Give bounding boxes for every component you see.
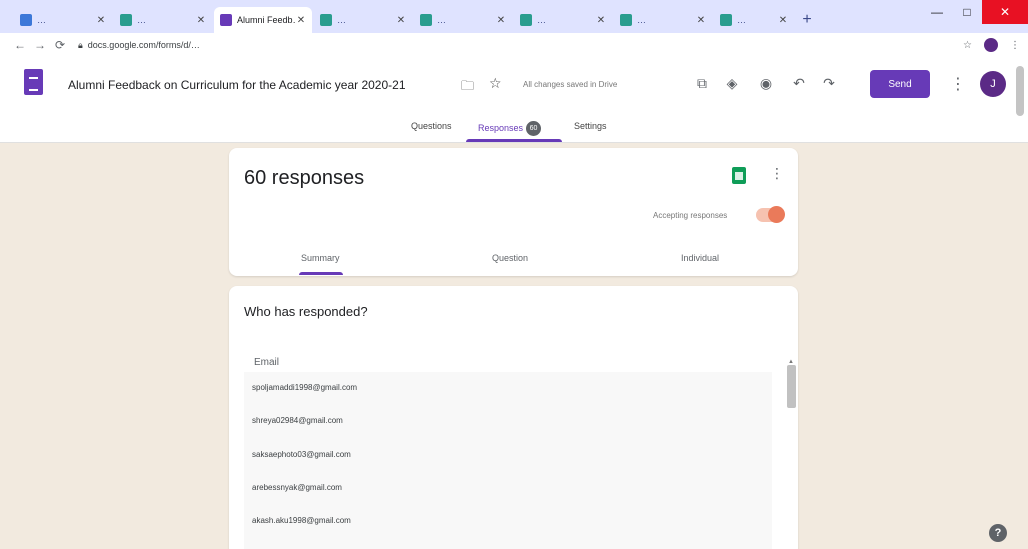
undo-icon[interactable]: ↶ — [790, 75, 808, 92]
list-item: spoljamaddi1998@gmail.com — [252, 383, 358, 392]
close-icon[interactable]: ✕ — [496, 15, 506, 26]
section-title: Who has responded? — [244, 304, 368, 319]
tab-label: … — [37, 15, 46, 25]
minimize-button[interactable]: — — [924, 0, 950, 24]
browser-menu-icon[interactable]: ⋮ — [1010, 40, 1020, 51]
tab-favicon-icon — [620, 14, 632, 26]
window-close-button[interactable]: ✕ — [982, 0, 1028, 24]
tab-individual[interactable]: Individual — [681, 253, 719, 263]
tab-settings[interactable]: Settings — [574, 121, 607, 131]
tab-responses[interactable]: Responses 60 — [478, 121, 542, 136]
list-item: arebessnyak@gmail.com — [252, 483, 342, 492]
tab-question[interactable]: Question — [492, 253, 528, 263]
browser-tab[interactable]: … ✕ — [514, 7, 612, 33]
url-text: docs.google.com/forms/d/… — [87, 39, 200, 50]
browser-tab[interactable]: … ✕ — [114, 7, 212, 33]
toggle-knob — [768, 206, 785, 223]
bookmark-star-icon[interactable]: ☆ — [963, 40, 972, 51]
page-scrollbar[interactable] — [1016, 66, 1024, 116]
browser-tab-active[interactable]: Alumni Feedb… ✕ — [214, 7, 312, 33]
list-item: saksaephoto03@gmail.com — [252, 450, 351, 459]
tab-favicon-icon — [520, 14, 532, 26]
tab-questions[interactable]: Questions — [411, 121, 452, 131]
tab-label: … — [537, 15, 546, 25]
send-button[interactable]: Send — [870, 70, 930, 98]
tab-label: … — [137, 15, 146, 25]
browser-tab[interactable]: … ✕ — [314, 7, 412, 33]
close-icon[interactable]: ✕ — [596, 15, 606, 26]
back-arrow-icon[interactable]: ← — [10, 38, 30, 52]
tab-summary[interactable]: Summary — [301, 253, 340, 263]
palette-icon[interactable]: ◈ — [723, 75, 741, 92]
new-tab-button[interactable]: + — [796, 7, 818, 33]
email-column-header: Email — [254, 357, 280, 368]
close-icon[interactable]: ✕ — [296, 15, 306, 26]
active-subtab-indicator — [299, 272, 343, 275]
forward-arrow-icon[interactable]: → — [30, 38, 50, 52]
preview-eye-icon[interactable]: ◉ — [757, 75, 775, 92]
who-responded-card: Who has responded? Email spoljamaddi1998… — [229, 286, 798, 549]
close-icon[interactable]: ✕ — [396, 15, 406, 26]
list-item: shreya02984@gmail.com — [252, 416, 343, 425]
address-bar: ← → ⟳ 🔒︎ docs.google.com/forms/d/… ☆ ⋮ — [0, 33, 1028, 57]
tab-favicon-icon — [120, 14, 132, 26]
redo-icon[interactable]: ↷ — [820, 75, 838, 92]
help-icon[interactable]: ? — [989, 524, 1007, 542]
close-icon[interactable]: ✕ — [696, 15, 706, 26]
tab-favicon-icon — [420, 14, 432, 26]
tab-label: … — [637, 15, 646, 25]
more-vert-icon[interactable]: ⋮ — [770, 165, 784, 182]
responses-count-badge: 60 — [526, 121, 542, 136]
browser-tab[interactable]: … ✕ — [714, 7, 794, 33]
lock-icon: 🔒︎ — [78, 39, 83, 50]
forms-favicon-icon — [220, 14, 232, 26]
browser-tab[interactable]: … ✕ — [414, 7, 512, 33]
tab-favicon-icon — [20, 14, 32, 26]
save-status: All changes saved in Drive — [523, 80, 618, 89]
star-icon[interactable]: ☆ — [489, 75, 502, 92]
tab-label: Alumni Feedb… — [237, 15, 296, 25]
folder-icon[interactable]: 🗀︎ — [461, 77, 474, 99]
browser-tab-strip: … ✕ … ✕ Alumni Feedb… ✕ … ✕ … ✕ … ✕ … ✕ … ✕ + — … — [0, 0, 1028, 33]
browser-tab[interactable]: … ✕ — [14, 7, 112, 33]
accepting-responses-label: Accepting responses — [653, 211, 728, 220]
response-count: 60 responses — [244, 167, 365, 189]
accepting-responses-toggle[interactable] — [756, 206, 785, 223]
addon-icon[interactable]: ⧉ — [693, 75, 711, 92]
tab-responses-label: Responses — [478, 122, 524, 133]
tab-label: … — [737, 15, 746, 25]
tab-favicon-icon — [720, 14, 732, 26]
forms-logo-icon[interactable] — [24, 69, 43, 95]
close-icon[interactable]: ✕ — [196, 15, 206, 26]
active-tab-indicator — [466, 139, 562, 142]
form-tabs: Questions Responses 60 Settings — [0, 117, 1028, 143]
tab-favicon-icon — [320, 14, 332, 26]
scroll-thumb[interactable] — [787, 365, 796, 408]
maximize-button[interactable]: □ — [954, 0, 980, 24]
sheets-icon[interactable] — [732, 167, 746, 184]
responses-summary-card: 60 responses ⋮ Accepting responses Summa… — [229, 148, 798, 276]
url-field[interactable]: 🔒︎ docs.google.com/forms/d/… — [78, 40, 963, 51]
email-list: spoljamaddi1998@gmail.com shreya02984@gm… — [244, 372, 772, 549]
avatar[interactable]: J — [980, 71, 1006, 97]
email-list-scrollbar[interactable]: ▲ — [787, 359, 796, 549]
browser-tab[interactable]: … ✕ — [614, 7, 712, 33]
form-title[interactable]: Alumni Feedback on Curriculum for the Ac… — [68, 78, 406, 92]
reload-icon[interactable]: ⟳ — [50, 38, 70, 52]
tab-label: … — [337, 15, 346, 25]
list-item: akash.aku1998@gmail.com — [252, 516, 351, 525]
close-icon[interactable]: ✕ — [778, 15, 788, 26]
forms-header: Alumni Feedback on Curriculum for the Ac… — [0, 57, 1028, 143]
tab-label: … — [437, 15, 446, 25]
more-vert-icon[interactable]: ⋮ — [950, 74, 966, 94]
close-icon[interactable]: ✕ — [96, 15, 106, 26]
profile-icon[interactable] — [984, 38, 998, 52]
